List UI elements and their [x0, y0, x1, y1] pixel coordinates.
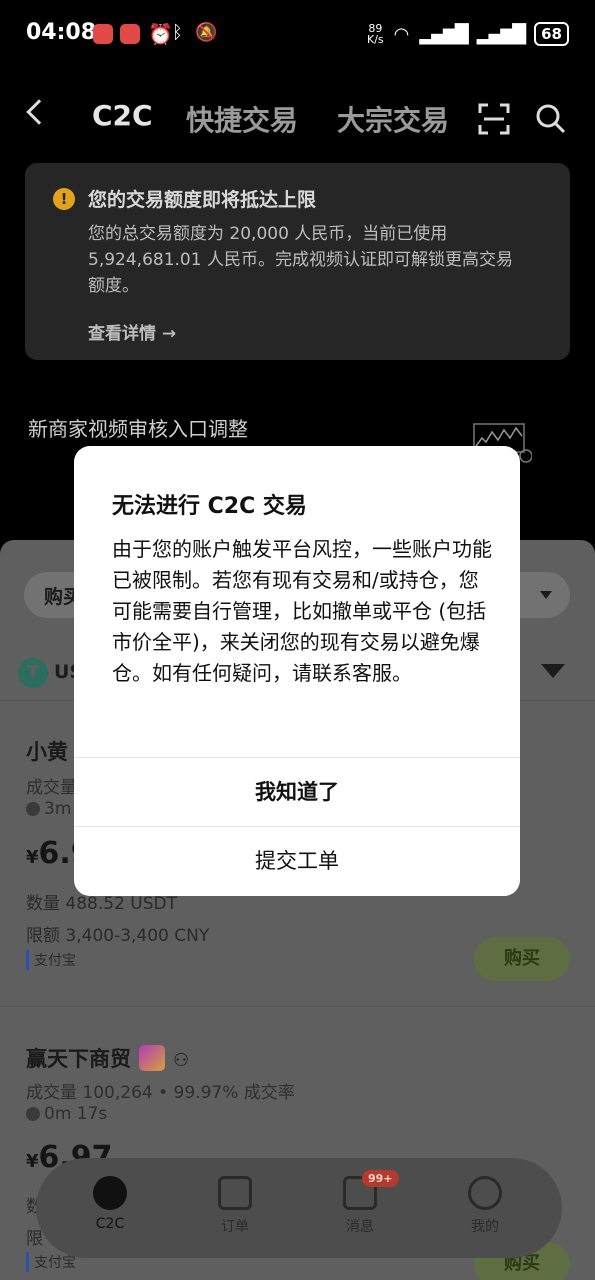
- merchant-stats: 成交量 100,264 • 99.97% 成交率: [26, 1083, 295, 1103]
- nav-item-profile[interactable]: 我的: [445, 1176, 525, 1236]
- nav-item-c2c[interactable]: C2C: [70, 1176, 150, 1232]
- buy-button[interactable]: 购买: [474, 937, 570, 981]
- notice-text[interactable]: 新商家视频审核入口调整: [28, 413, 248, 442]
- view-details-link[interactable]: 查看详情 →: [88, 319, 176, 344]
- users-icon: ⚇: [173, 1050, 190, 1071]
- usdt-coin-icon[interactable]: ₮: [18, 658, 48, 688]
- app-notification-icon: [93, 24, 113, 44]
- status-right: 89 K/s ◠ ▂▄▆█ ▂▄▆█ 68: [367, 22, 569, 46]
- tab-block-trade[interactable]: 大宗交易: [337, 99, 449, 139]
- merchant-stats: 成交量: [26, 778, 77, 798]
- scan-icon[interactable]: [478, 103, 510, 135]
- clock-icon: [26, 1107, 40, 1121]
- nav-item-orders[interactable]: 订单: [195, 1176, 275, 1236]
- merchant-badge-icon: [139, 1045, 165, 1071]
- mute-icon: 🔕: [195, 22, 218, 43]
- filter-icon[interactable]: [541, 664, 565, 678]
- dialog-body: 由于您的账户触发平台风控，一些账户功能已被限制。若您有现有交易和/或持仓，您可能…: [112, 537, 492, 685]
- banner-body: 您的总交易额度为 20,000 人民币，当前已使用 5,924,681.01 人…: [88, 224, 513, 296]
- release-time: 0m 17s: [26, 1104, 107, 1124]
- people-icon: [93, 1176, 127, 1210]
- chevron-down-icon: [540, 591, 552, 599]
- release-time: 3m: [26, 799, 71, 819]
- app-notification-icon: [120, 24, 140, 44]
- wifi-icon: ◠: [393, 23, 410, 45]
- bottom-nav: C2C 订单 消息 99+ 我的: [36, 1158, 562, 1258]
- merchant-name[interactable]: 赢天下商贸 ⚇: [26, 1043, 189, 1073]
- net-speed: 89 K/s: [367, 22, 384, 46]
- alarm-icon: ⏰: [148, 22, 173, 46]
- battery-indicator: 68: [534, 22, 569, 46]
- bluetooth-icon: ᛒ: [172, 22, 183, 43]
- profile-icon: [468, 1176, 502, 1210]
- submit-ticket-button[interactable]: 提交工单: [74, 827, 520, 895]
- message-count-badge: 99+: [362, 1170, 399, 1187]
- divider: [0, 1006, 595, 1007]
- signal-icon: ▂▄▆█: [419, 23, 468, 45]
- signal-icon: ▂▄▆█: [476, 23, 526, 45]
- search-icon[interactable]: [535, 103, 567, 135]
- top-nav: C2C 快捷交易 大宗交易: [0, 95, 595, 145]
- banner-title: 您的交易额度即将抵达上限: [88, 189, 317, 211]
- limit: 限额 3,400-3,400 CNY: [26, 926, 210, 946]
- warning-icon: !: [53, 188, 75, 210]
- merchant-name[interactable]: 小黄: [26, 736, 68, 766]
- dialog-title: 无法进行 C2C 交易: [112, 494, 307, 519]
- status-time: 04:08: [26, 20, 97, 45]
- clock-icon: [26, 802, 40, 816]
- payment-method: 支付宝: [26, 950, 76, 970]
- back-icon[interactable]: [26, 99, 52, 125]
- acknowledge-button[interactable]: 我知道了: [74, 758, 520, 826]
- tab-c2c[interactable]: C2C: [92, 99, 153, 132]
- trade-limit-banner: ! 您的交易额度即将抵达上限 您的总交易额度为 20,000 人民币，当前已使用…: [25, 163, 570, 360]
- order-icon: [218, 1176, 252, 1210]
- restriction-dialog: 无法进行 C2C 交易 由于您的账户触发平台风控，一些账户功能已被限制。若您有现…: [74, 446, 520, 896]
- tab-quick-trade[interactable]: 快捷交易: [186, 99, 298, 139]
